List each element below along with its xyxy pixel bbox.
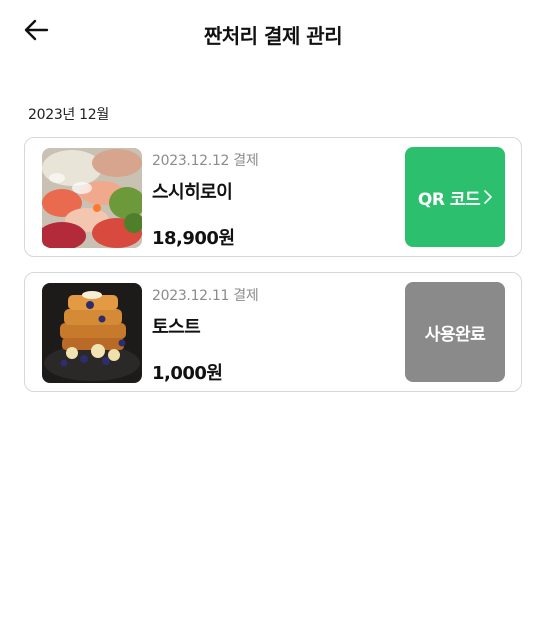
qr-code-label: QR 코드	[417, 189, 481, 210]
sushi-platter-photo	[42, 148, 142, 248]
payment-date: 2023.12.11 결제	[152, 288, 259, 304]
qr-code-button[interactable]: QR 코드	[405, 147, 505, 247]
used-status-badge: 사용완료	[405, 282, 505, 382]
french-toast-photo	[42, 283, 142, 383]
store-name: 토스트	[152, 317, 201, 338]
payment-price: 1,000원	[152, 363, 223, 384]
app-header: 짠처리 결제 관리	[0, 0, 546, 66]
month-label: 2023년 12월	[28, 107, 109, 123]
page-title: 짠처리 결제 관리	[203, 24, 343, 48]
payment-card: 2023.12.11 결제 토스트 1,000원 사용완료	[24, 272, 522, 392]
payment-date: 2023.12.12 결제	[152, 153, 259, 169]
used-status-label: 사용완료	[424, 324, 486, 345]
payment-price: 18,900원	[152, 228, 235, 249]
chevron-right-icon	[484, 190, 492, 204]
store-name: 스시히로이	[152, 182, 233, 203]
payment-card: 2023.12.12 결제 스시히로이 18,900원 QR 코드	[24, 137, 522, 257]
